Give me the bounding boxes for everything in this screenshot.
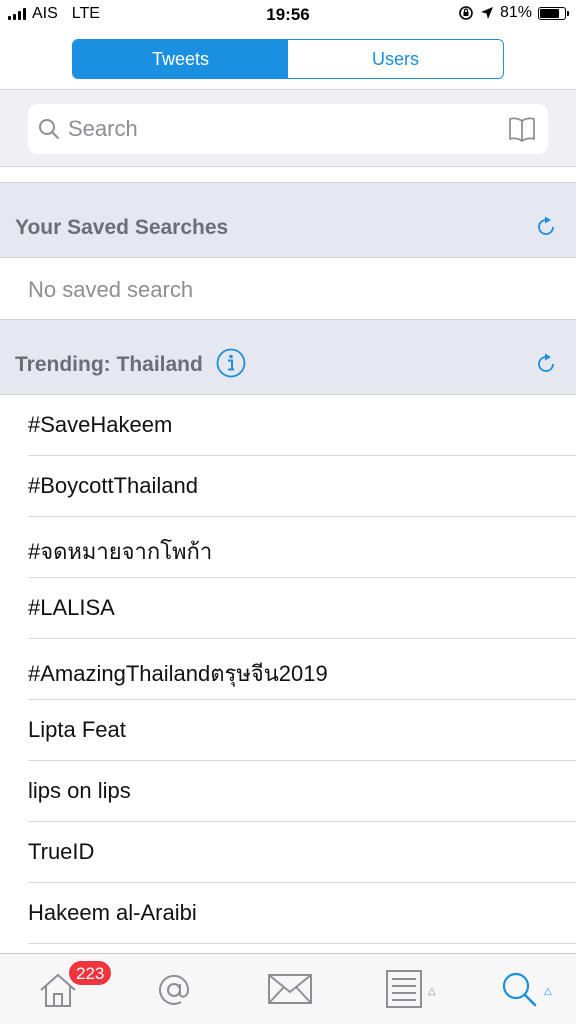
trend-item[interactable]: #BoycottThailand — [0, 456, 576, 517]
orientation-lock-icon — [459, 6, 473, 20]
search-icon — [39, 119, 59, 139]
refresh-icon[interactable] — [534, 215, 558, 239]
saved-searches-empty: No saved search — [0, 259, 576, 319]
tab-users[interactable]: Users — [288, 40, 503, 78]
trend-item[interactable]: #AmazingThailandตรุษจีน2019 — [0, 639, 576, 700]
status-bar: AIS LTE 19:56 81% — [0, 0, 576, 30]
status-right: 81% — [458, 4, 569, 22]
notification-badge: 223 — [68, 960, 113, 986]
trend-item[interactable]: #SaveHakeem — [0, 395, 576, 456]
trend-item[interactable]: lips on lips — [0, 761, 576, 822]
saved-searches-title: Your Saved Searches — [15, 216, 229, 239]
trend-label: #จดหมายจากโพก้า — [28, 539, 213, 564]
trend-label: #LALISA — [28, 595, 115, 620]
tab-search[interactable]: △ — [470, 954, 570, 1024]
trending-title: Trending: Thailand — [15, 353, 203, 376]
tab-lists[interactable]: △ — [356, 954, 456, 1024]
trending-header: Trending: Thailand — [0, 319, 576, 395]
trend-label: Lipta Feat — [28, 717, 126, 742]
spacer — [0, 167, 576, 182]
trend-item[interactable]: #จดหมายจากโพก้า — [0, 517, 576, 578]
tab-bar: 223 △ △ — [0, 953, 576, 1024]
trend-item[interactable]: Lipta Feat — [0, 700, 576, 761]
list-icon — [386, 970, 422, 1008]
info-icon[interactable] — [216, 348, 246, 378]
tab-mentions[interactable] — [124, 954, 224, 1024]
trend-label: #SaveHakeem — [28, 412, 173, 437]
empty-saved-text: No saved search — [28, 277, 194, 302]
segmented-control: Tweets Users — [72, 39, 504, 79]
trend-label: #AmazingThailandตรุษจีน2019 — [28, 661, 328, 686]
trend-label: lips on lips — [28, 778, 131, 803]
saved-searches-header: Your Saved Searches — [0, 182, 576, 258]
trend-item[interactable]: TrueID — [0, 822, 576, 883]
tab-messages[interactable] — [238, 954, 338, 1024]
battery-fill — [540, 8, 560, 18]
battery-icon — [538, 6, 569, 20]
location-arrow-icon — [480, 7, 493, 19]
trend-label: Hakeem al-Araibi — [28, 900, 197, 925]
trend-label: #BoycottThailand — [28, 473, 198, 498]
search-input[interactable] — [68, 112, 508, 146]
search-area — [0, 89, 576, 167]
search-icon — [502, 972, 537, 1007]
trend-item[interactable]: Hakeem al-Araibi — [0, 883, 576, 944]
caret-up-icon: △ — [544, 986, 552, 997]
search-box — [28, 104, 548, 154]
tab-home[interactable]: 223 — [10, 954, 113, 1024]
bookmarks-book-icon[interactable] — [508, 116, 536, 142]
tab-tweets[interactable]: Tweets — [73, 40, 288, 78]
mail-icon — [268, 974, 312, 1004]
trending-list: #SaveHakeem #BoycottThailand #จดหมายจากโ… — [0, 395, 576, 944]
refresh-icon[interactable] — [534, 352, 558, 376]
trend-item[interactable]: #LALISA — [0, 578, 576, 639]
at-sign-icon — [159, 974, 190, 1005]
trend-label: TrueID — [28, 839, 95, 864]
battery-percent: 81% — [499, 4, 532, 21]
caret-up-icon: △ — [428, 986, 436, 997]
